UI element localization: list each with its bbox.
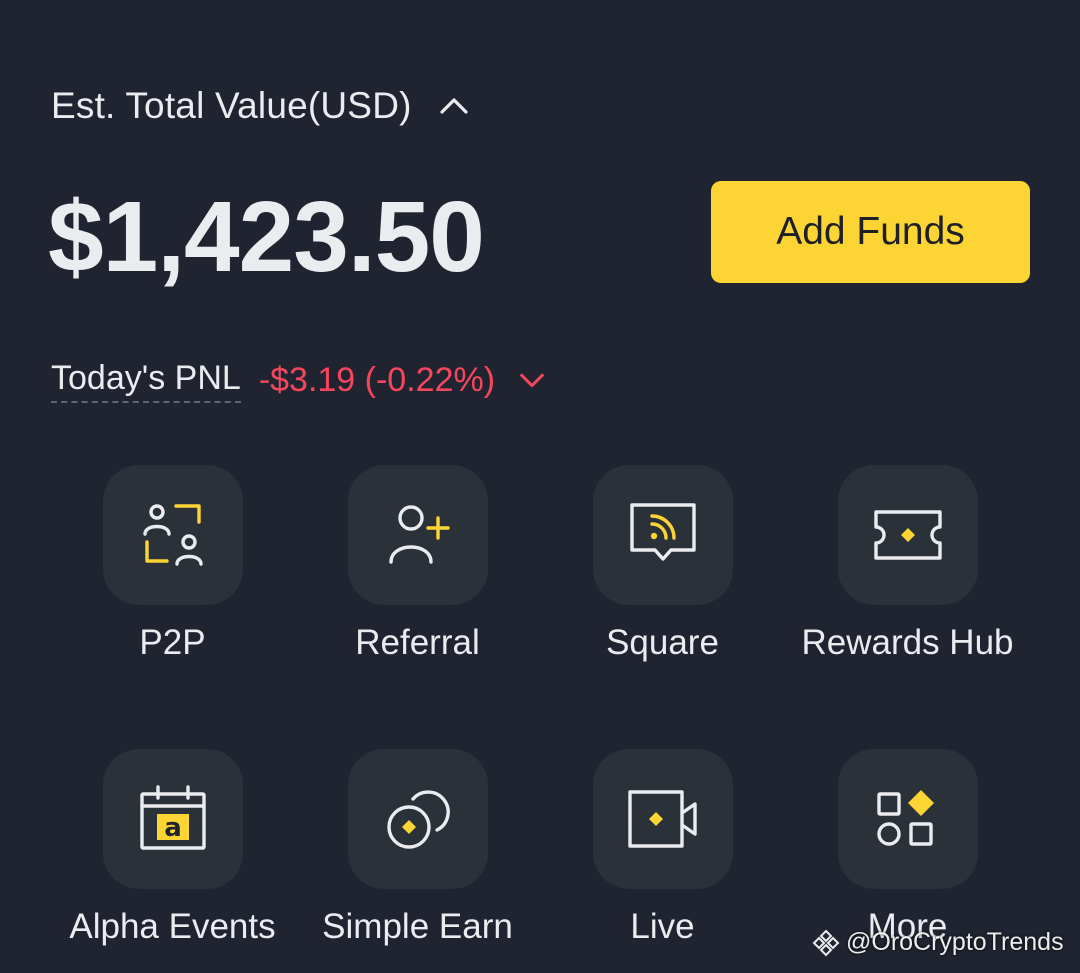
est-total-value-label: Est. Total Value(USD) (51, 85, 412, 126)
coins-icon (386, 790, 450, 849)
watermark-text: @OroCryptoTrends (846, 928, 1064, 956)
shortcut-p2p[interactable]: P2P (50, 465, 295, 665)
watermark: @OroCryptoTrends (812, 928, 1064, 957)
ticket-icon (873, 510, 942, 560)
shortcut-tile[interactable] (592, 749, 733, 889)
shortcut-simple-earn[interactable]: Simple Earn (295, 749, 540, 949)
add-funds-button[interactable]: Add Funds (711, 181, 1030, 283)
shortcut-tile[interactable] (347, 749, 488, 889)
svg-text:a: a (164, 813, 182, 843)
est-total-value-toggle[interactable]: Est. Total Value(USD) (51, 78, 470, 134)
shortcut-tile[interactable] (347, 465, 488, 605)
feed-bubble-icon (629, 503, 696, 561)
shortcut-label: Live (630, 907, 695, 946)
video-camera-icon (627, 790, 697, 848)
pnl-label[interactable]: Today's PNL (51, 357, 241, 403)
shortcut-tile[interactable] (837, 749, 978, 889)
shortcut-label: Square (606, 623, 719, 662)
p2p-icon (142, 504, 203, 566)
shortcut-square[interactable]: Square (540, 465, 785, 665)
pnl-value: -$3.19 (-0.22%) (258, 361, 496, 399)
chevron-up-icon (440, 98, 468, 114)
shortcut-referral[interactable]: Referral (295, 465, 540, 665)
shortcut-tile[interactable] (102, 465, 243, 605)
shortcut-label: Rewards Hub (801, 623, 1014, 662)
chevron-down-icon[interactable] (517, 365, 547, 395)
shortcut-label: P2P (139, 623, 206, 662)
grid-more-icon (876, 790, 934, 846)
shortcut-tile[interactable] (837, 465, 978, 605)
shortcut-label: Referral (355, 623, 480, 662)
shortcut-label: Alpha Events (69, 907, 276, 946)
binance-diamond-icon (812, 929, 840, 956)
shortcut-label: Simple Earn (322, 907, 513, 946)
pnl-row[interactable]: Today's PNL -$3.19 (-0.22%) (51, 355, 547, 405)
shortcut-tile[interactable]: a (102, 749, 243, 889)
add-person-icon (388, 505, 450, 564)
total-value-amount: $1,423.50 (48, 181, 485, 293)
shortcut-rewards-hub[interactable]: Rewards Hub (785, 465, 1030, 665)
shortcut-tile[interactable] (592, 465, 733, 605)
shortcut-live[interactable]: Live (540, 749, 785, 949)
shortcut-more[interactable]: More (785, 749, 1030, 949)
calendar-alpha-icon: a (139, 785, 206, 850)
shortcut-alpha-events[interactable]: a Alpha Events (50, 749, 295, 949)
